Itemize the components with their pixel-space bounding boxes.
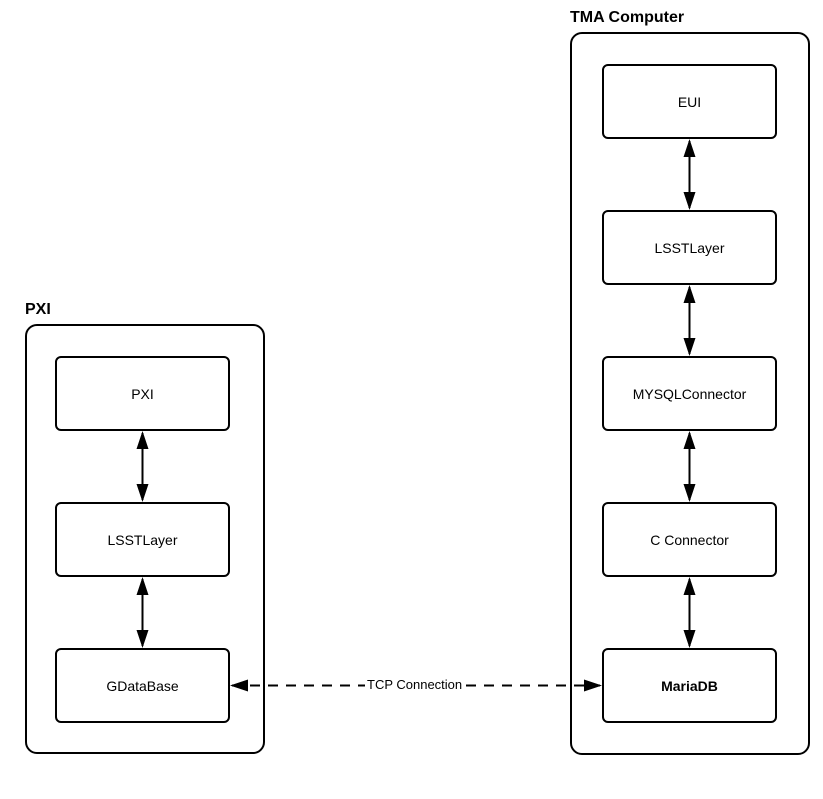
- tcp-connection-label: TCP Connection: [365, 677, 464, 692]
